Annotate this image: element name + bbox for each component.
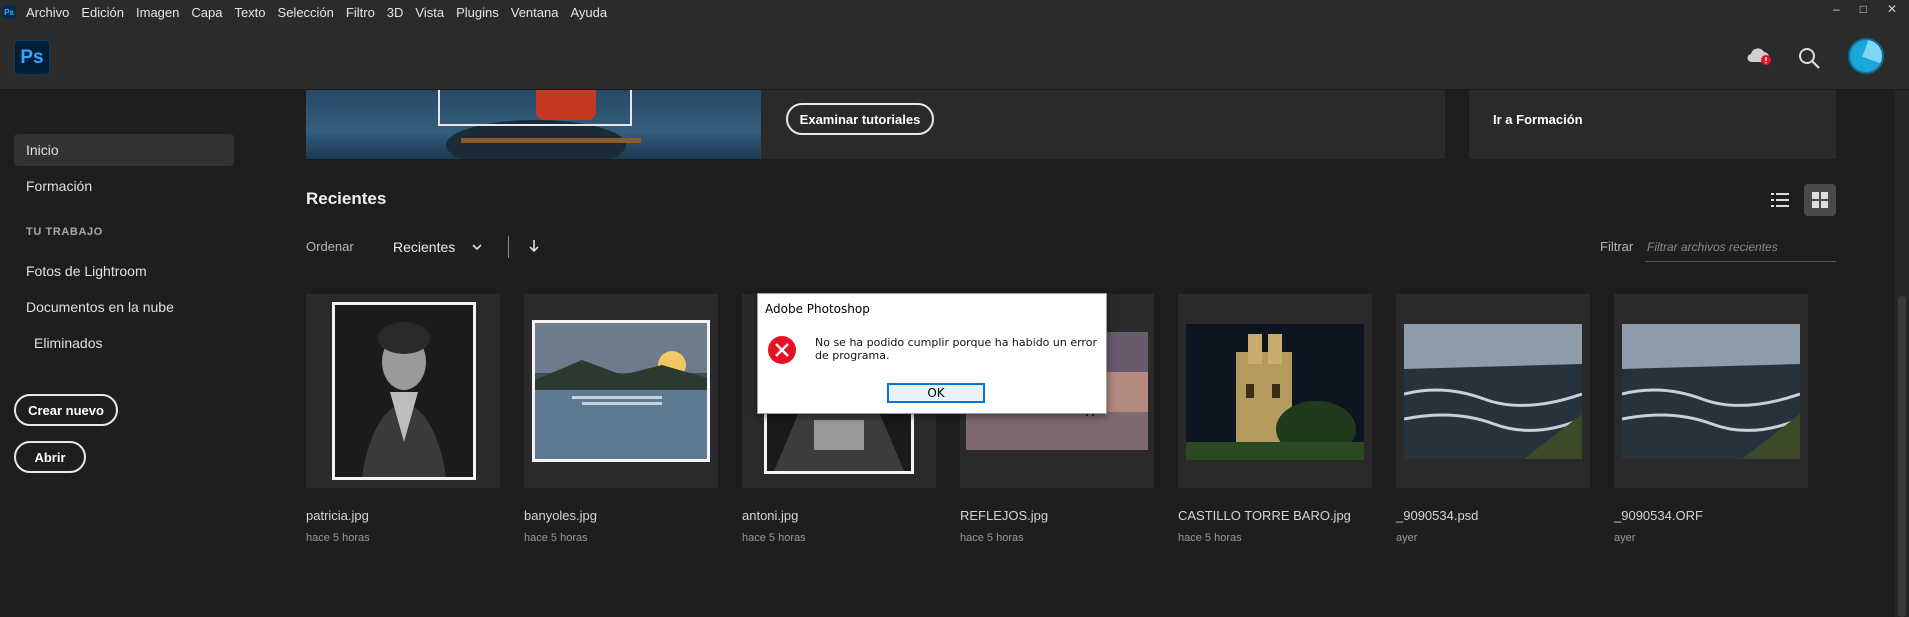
menu-capa[interactable]: Capa bbox=[191, 5, 222, 20]
menu-imagen[interactable]: Imagen bbox=[136, 5, 179, 20]
file-name[interactable]: banyoles.jpg bbox=[524, 508, 597, 523]
menu-texto[interactable]: Texto bbox=[234, 5, 265, 20]
file-thumbnail bbox=[1622, 324, 1800, 459]
file-time: hace 5 horas bbox=[524, 532, 588, 544]
menu-archivo[interactable]: Archivo bbox=[26, 5, 69, 20]
menu-plugins[interactable]: Plugins bbox=[456, 5, 499, 20]
file-time: hace 5 horas bbox=[960, 532, 1024, 544]
recent-file-card[interactable] bbox=[306, 294, 500, 488]
maximize-button[interactable]: □ bbox=[1860, 2, 1867, 16]
recent-file-card[interactable] bbox=[1396, 294, 1590, 488]
sidebar-item-cloud-docs[interactable]: Documentos en la nube bbox=[14, 291, 234, 323]
file-thumbnail bbox=[532, 320, 710, 462]
grid-view-button[interactable] bbox=[1804, 184, 1836, 216]
recents-title: Recientes bbox=[306, 189, 387, 208]
browse-tutorials-button[interactable]: Examinar tutoriales bbox=[786, 103, 934, 135]
grid-view-icon bbox=[1812, 192, 1828, 208]
sidebar-item-inicio[interactable]: Inicio bbox=[14, 134, 234, 166]
file-time: hace 5 horas bbox=[742, 532, 806, 544]
recent-file-card[interactable] bbox=[524, 294, 718, 488]
ps-icon[interactable]: Ps bbox=[2, 5, 16, 19]
menu-3d[interactable]: 3D bbox=[387, 5, 404, 20]
file-name[interactable]: antoni.jpg bbox=[742, 508, 798, 523]
recent-file-card[interactable] bbox=[1614, 294, 1808, 488]
scroll-thumb[interactable] bbox=[1898, 296, 1906, 617]
file-name[interactable]: REFLEJOS.jpg bbox=[960, 508, 1048, 523]
scrollbar[interactable] bbox=[1895, 90, 1909, 617]
list-view-button[interactable] bbox=[1764, 184, 1796, 216]
filter-input[interactable] bbox=[1645, 232, 1836, 262]
menu-filtro[interactable]: Filtro bbox=[346, 5, 375, 20]
menu-bar: Ps Archivo Edición Imagen Capa Texto Sel… bbox=[0, 0, 1909, 24]
error-icon bbox=[768, 336, 796, 364]
minimize-button[interactable]: – bbox=[1833, 2, 1840, 16]
file-time: hace 5 horas bbox=[1178, 532, 1242, 544]
cloud-sync-icon[interactable] bbox=[1746, 46, 1772, 66]
file-name[interactable]: patricia.jpg bbox=[306, 508, 369, 523]
menu-vista[interactable]: Vista bbox=[415, 5, 444, 20]
file-name[interactable]: CASTILLO TORRE BARO.jpg bbox=[1178, 508, 1351, 523]
file-name[interactable]: _9090534.ORF bbox=[1614, 508, 1703, 523]
go-to-learn-link[interactable]: Ir a Formación bbox=[1493, 112, 1583, 127]
ok-button[interactable]: OK bbox=[887, 383, 985, 403]
sidebar-item-lightroom[interactable]: Fotos de Lightroom bbox=[14, 255, 234, 287]
file-thumbnail bbox=[1186, 324, 1364, 460]
dialog-title: Adobe Photoshop bbox=[765, 302, 870, 316]
file-time: ayer bbox=[1396, 532, 1418, 544]
list-view-icon bbox=[1771, 193, 1789, 207]
menu-edicion[interactable]: Edición bbox=[81, 5, 124, 20]
sidebar: Inicio Formación TU TRABAJO Fotos de Lig… bbox=[0, 90, 240, 617]
file-thumbnail bbox=[1404, 324, 1582, 459]
file-time: ayer bbox=[1614, 532, 1636, 544]
sort-label: Ordenar bbox=[306, 239, 354, 254]
open-button[interactable]: Abrir bbox=[14, 441, 86, 473]
avatar[interactable] bbox=[1848, 38, 1884, 74]
error-dialog: Adobe Photoshop No se ha podido cumplir … bbox=[757, 293, 1107, 414]
sidebar-section-title: TU TRABAJO bbox=[26, 226, 103, 238]
filter-label: Filtrar bbox=[1600, 239, 1634, 254]
menu-ayuda[interactable]: Ayuda bbox=[570, 5, 607, 20]
tutorial-banner-image bbox=[306, 90, 761, 159]
file-name[interactable]: _9090534.psd bbox=[1396, 508, 1478, 523]
divider bbox=[508, 236, 509, 258]
chevron-down-icon[interactable] bbox=[470, 240, 484, 254]
menu-seleccion[interactable]: Selección bbox=[278, 5, 334, 20]
dialog-message: No se ha podido cumplir porque ha habido… bbox=[815, 336, 1097, 362]
sidebar-item-deleted[interactable]: Eliminados bbox=[14, 327, 234, 359]
file-thumbnail bbox=[332, 302, 476, 480]
sort-direction-icon[interactable] bbox=[527, 238, 541, 254]
close-button[interactable]: ✕ bbox=[1887, 2, 1897, 16]
recent-file-card[interactable] bbox=[1178, 294, 1372, 488]
menu-ventana[interactable]: Ventana bbox=[511, 5, 559, 20]
create-new-button[interactable]: Crear nuevo bbox=[14, 394, 118, 426]
ps-logo[interactable]: Ps bbox=[14, 40, 50, 75]
sort-dropdown[interactable]: Recientes bbox=[393, 239, 455, 255]
window-controls: – □ ✕ bbox=[1833, 0, 1897, 18]
app-header: Ps bbox=[0, 24, 1909, 90]
file-time: hace 5 horas bbox=[306, 532, 370, 544]
search-icon[interactable] bbox=[1797, 46, 1821, 70]
sidebar-item-formacion[interactable]: Formación bbox=[14, 170, 234, 202]
